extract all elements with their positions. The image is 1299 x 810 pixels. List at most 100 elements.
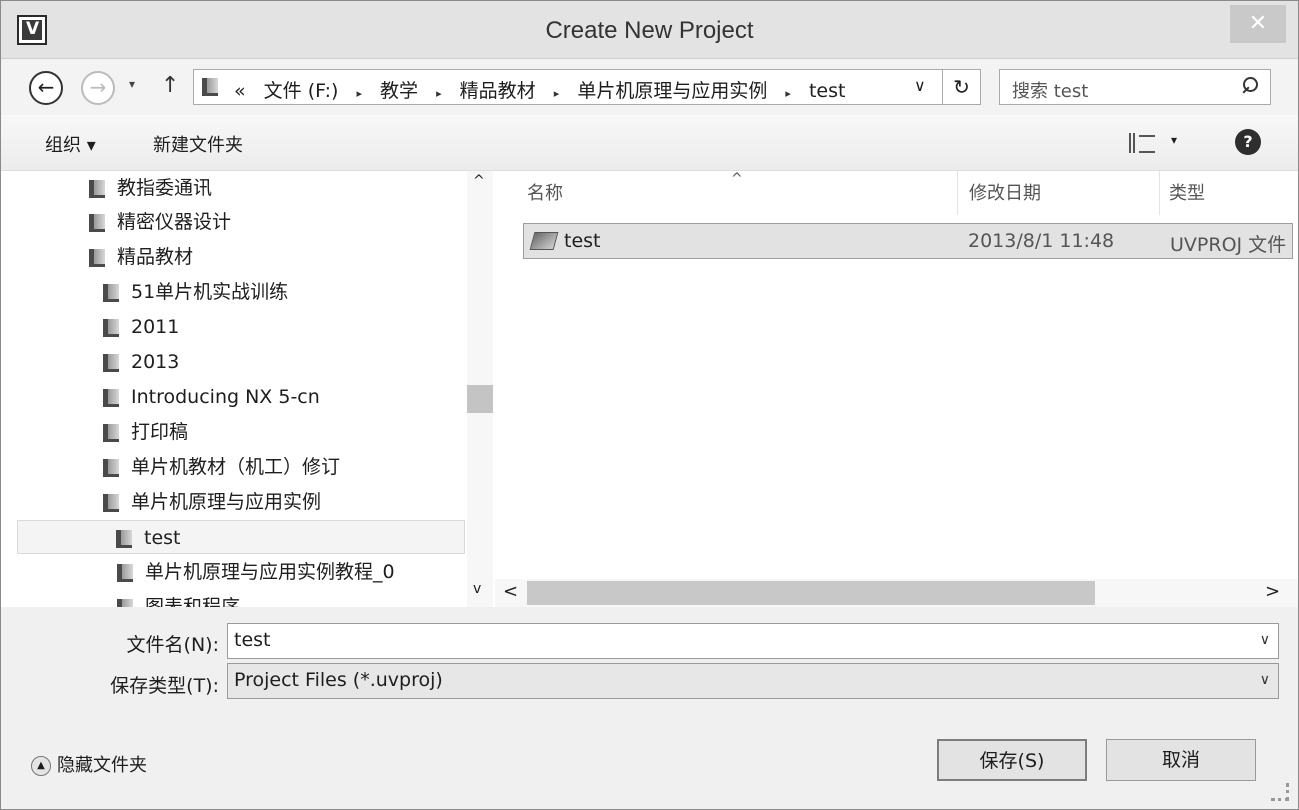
file-modified: 2013/8/1 11:48 [968, 230, 1115, 252]
filename-label: 文件名(N): [126, 634, 219, 656]
tree-item-folder[interactable]: 打印稿 [103, 415, 188, 449]
tree-item-label: 单片机原理与应用实例教程_0 [145, 561, 395, 583]
tree-item-folder[interactable]: 精密仪器设计 [89, 205, 231, 239]
save-button[interactable]: 保存(S) [937, 739, 1087, 781]
folder-icon [89, 248, 105, 267]
folder-icon [89, 213, 105, 232]
navigation-tree: 教指委通讯 精密仪器设计 精品教材 51单片机实战训练 2011 2013 In… [1, 171, 495, 607]
column-header-modified[interactable]: 修改日期 [969, 179, 1041, 205]
dialog-title: Create New Project [545, 17, 754, 44]
tree-item-label: 2013 [131, 351, 180, 373]
scroll-up-arrow-icon[interactable]: ^ [473, 173, 485, 189]
breadcrumb-separator-icon[interactable]: ▸ [554, 87, 560, 100]
breadcrumb-item-teaching[interactable]: 教学 [380, 80, 418, 102]
tree-item-folder[interactable]: 单片机原理与应用实例教程_0 [117, 555, 395, 589]
filetype-select[interactable]: Project Files (*.uvproj) ∨ [227, 663, 1279, 699]
folder-icon [103, 493, 119, 512]
organize-menu[interactable]: 组织 ▾ [45, 131, 96, 157]
tree-item-folder[interactable]: 图表和程序 [117, 590, 240, 607]
folder-icon [117, 598, 133, 607]
tree-item-label: 图表和程序 [145, 596, 241, 607]
scroll-down-arrow-icon[interactable]: v [473, 581, 481, 597]
search-box[interactable]: 搜索 test [999, 69, 1271, 105]
folder-icon [103, 423, 119, 442]
file-list-scrollbar[interactable]: < > [495, 579, 1298, 607]
column-divider[interactable] [957, 171, 958, 215]
breadcrumb-item-drive[interactable]: 文件 (F:) [264, 80, 339, 102]
back-button[interactable]: ← [29, 71, 63, 105]
up-button[interactable]: ↑ [161, 73, 179, 98]
hide-folders-toggle[interactable]: ▲ 隐藏文件夹 [31, 751, 147, 777]
folder-icon [103, 318, 119, 337]
tree-item-label: 单片机教材（机工）修订 [131, 456, 341, 478]
recent-locations-dropdown[interactable]: ▾ [129, 77, 135, 91]
tree-scroll-thumb[interactable] [467, 385, 493, 413]
tree-item-label: 精品教材 [117, 246, 194, 268]
forward-button[interactable]: → [81, 71, 115, 105]
toolbar: 组织 ▾ 新建文件夹 ▾ ? [1, 115, 1298, 171]
filename-input[interactable]: test [234, 629, 271, 651]
column-divider[interactable] [1159, 171, 1160, 215]
create-new-project-dialog: Create New Project ✕ ← → ▾ ↑ « 文件 (F:) ▸… [0, 0, 1299, 810]
chevron-up-icon: ▲ [31, 756, 51, 776]
uvproj-file-icon [529, 232, 559, 250]
tree-item-folder-selected[interactable]: test [17, 520, 465, 554]
column-header-type[interactable]: 类型 [1169, 179, 1205, 205]
search-icon[interactable] [1240, 77, 1258, 97]
file-row[interactable]: test 2013/8/1 11:48 UVPROJ 文件 [523, 223, 1293, 259]
cancel-button[interactable]: 取消 [1106, 739, 1256, 781]
navigation-bar: ← → ▾ ↑ « 文件 (F:) ▸ 教学 ▸ 精品教材 ▸ 单片机原理与应用… [1, 59, 1298, 115]
resize-grip-icon[interactable] [1271, 783, 1289, 801]
tree-item-label: 教指委通讯 [117, 177, 213, 199]
address-bar[interactable]: « 文件 (F:) ▸ 教学 ▸ 精品教材 ▸ 单片机原理与应用实例 ▸ tes… [193, 69, 943, 105]
address-history-dropdown[interactable]: ∨ [914, 76, 926, 95]
file-list-scroll-thumb[interactable] [527, 581, 1095, 605]
refresh-button[interactable]: ↻ [943, 69, 981, 105]
tree-item-folder[interactable]: 单片机教材（机工）修订 [103, 450, 340, 484]
tree-item-folder[interactable]: 51单片机实战训练 [103, 275, 288, 309]
folder-icon [117, 563, 133, 582]
breadcrumb: « 文件 (F:) ▸ 教学 ▸ 精品教材 ▸ 单片机原理与应用实例 ▸ tes… [234, 76, 857, 103]
new-folder-button[interactable]: 新建文件夹 [153, 131, 243, 157]
view-options-dropdown[interactable]: ▾ [1171, 133, 1177, 147]
file-type: UVPROJ 文件 [1170, 234, 1287, 256]
title-bar[interactable]: Create New Project ✕ [1, 1, 1298, 59]
folder-icon [116, 529, 132, 548]
tree-item-folder[interactable]: Introducing NX 5-cn [103, 380, 320, 414]
filetype-label: 保存类型(T): [110, 675, 219, 697]
tree-item-folder[interactable]: 教指委通讯 [89, 171, 212, 205]
tree-item-label: 单片机原理与应用实例 [131, 491, 322, 513]
folder-icon [103, 458, 119, 477]
breadcrumb-separator-icon[interactable]: ▸ [436, 87, 442, 100]
breadcrumb-separator-icon[interactable]: ▸ [785, 87, 791, 100]
folder-icon [202, 78, 218, 96]
close-button[interactable]: ✕ [1230, 5, 1286, 43]
tree-item-label: 51单片机实战训练 [131, 281, 289, 303]
breadcrumb-item-textbooks[interactable]: 精品教材 [460, 80, 536, 102]
tree-item-folder[interactable]: 精品教材 [89, 240, 193, 274]
file-list: 名称 ^ 修改日期 类型 test 2013/8/1 11:48 UVPROJ … [495, 171, 1298, 607]
tree-item-folder[interactable]: 2011 [103, 310, 179, 344]
chevron-down-icon[interactable]: ∨ [1260, 672, 1270, 688]
scroll-right-arrow-icon[interactable]: > [1265, 581, 1280, 602]
tree-item-folder[interactable]: 单片机原理与应用实例 [103, 485, 321, 519]
breadcrumb-overflow[interactable]: « [234, 80, 246, 102]
breadcrumb-item-test[interactable]: test [809, 80, 846, 102]
view-options-icon[interactable] [1129, 133, 1155, 153]
folder-icon [103, 388, 119, 407]
tree-item-label: 打印稿 [131, 421, 189, 443]
tree-item-folder[interactable]: 2013 [103, 345, 179, 379]
breadcrumb-separator-icon[interactable]: ▸ [356, 87, 362, 100]
search-input[interactable]: 搜索 test [1012, 77, 1088, 103]
help-icon[interactable]: ? [1235, 129, 1261, 155]
filename-field[interactable]: test ∨ [227, 623, 1279, 659]
hide-folders-label: 隐藏文件夹 [57, 755, 147, 776]
folder-icon [103, 283, 119, 302]
scroll-left-arrow-icon[interactable]: < [503, 581, 518, 602]
chevron-down-icon[interactable]: ∨ [1260, 632, 1270, 648]
sort-ascending-icon: ^ [731, 171, 743, 187]
breadcrumb-item-mcu-examples[interactable]: 单片机原理与应用实例 [577, 80, 767, 102]
column-header-name[interactable]: 名称 [527, 179, 563, 205]
tree-scrollbar[interactable]: ^ v [467, 171, 493, 607]
file-name: test [564, 230, 601, 252]
